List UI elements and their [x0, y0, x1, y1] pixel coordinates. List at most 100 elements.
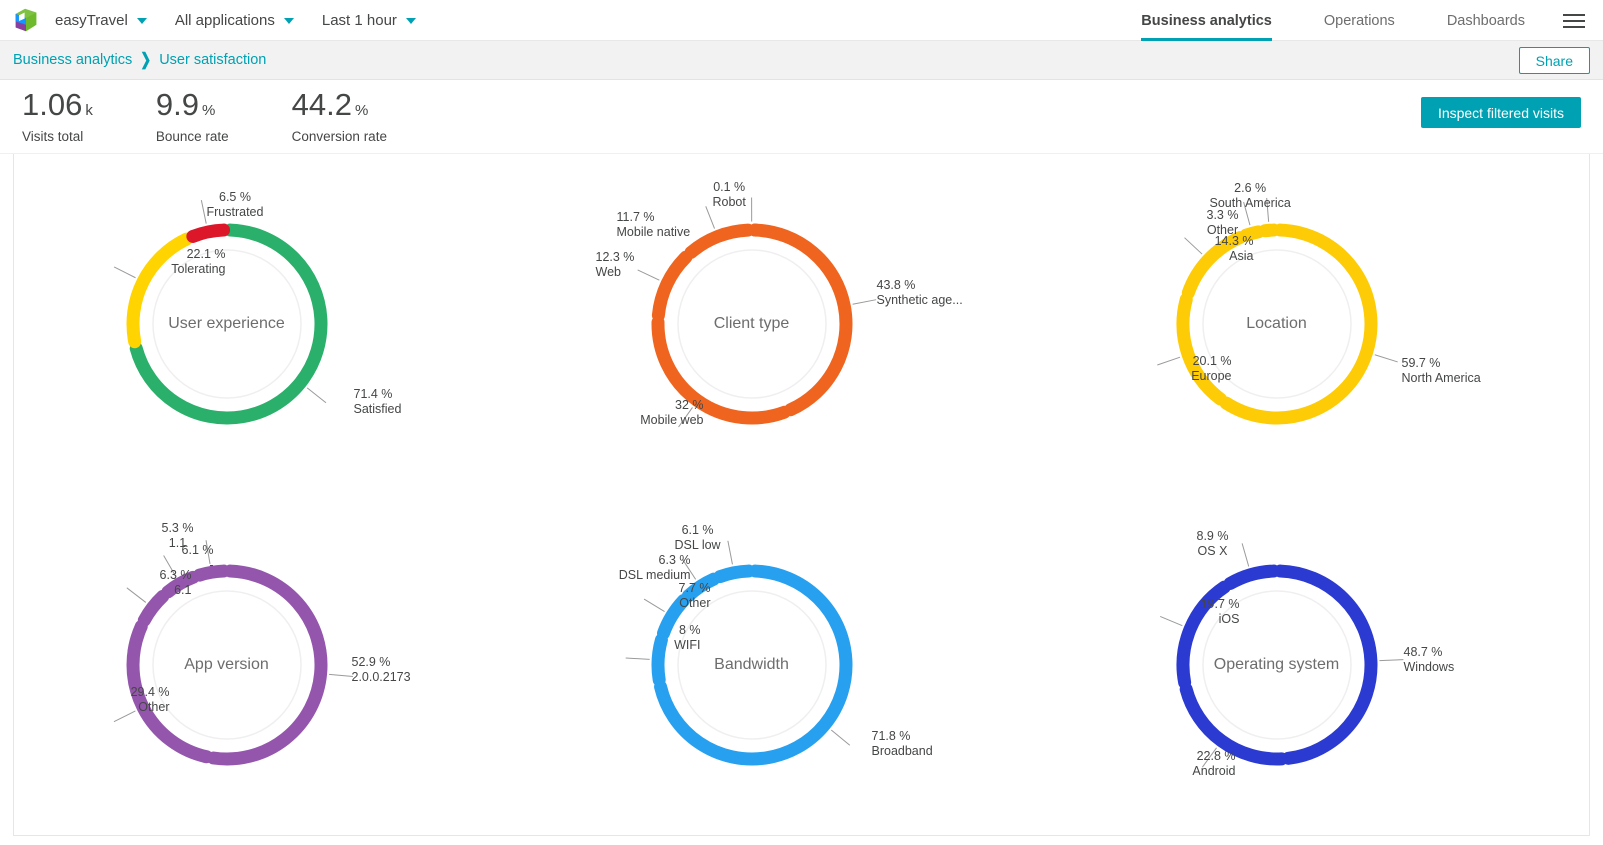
- donut-slice-label: 6.1 % DSL low: [675, 523, 721, 553]
- kpi-bounce-rate: 9.9% Bounce rate: [156, 89, 229, 144]
- donut-slice-name: Mobile native: [616, 225, 691, 239]
- donut-slice-percent: 32 %: [675, 398, 704, 413]
- inspect-filtered-visits-button[interactable]: Inspect filtered visits: [1420, 97, 1581, 128]
- donut-tile-location[interactable]: Location 59.7 % North America 20.1 % Europe 1…: [1064, 154, 1589, 495]
- donut-slice-name: DSL low: [674, 537, 721, 552]
- kpi-number: 44.2: [291, 87, 352, 122]
- donut-leader-line: [830, 729, 850, 746]
- donut-slice-label: 7.7 % Other: [679, 581, 711, 611]
- nav-label: Operations: [1323, 12, 1395, 29]
- donut-chart[interactable]: Operating system 48.7 % Windows 22.8 % Andro…: [1112, 515, 1542, 815]
- donut-tile-app-version[interactable]: App version 52.9 % 2.0.0.2173 29.4 % Other 6.…: [14, 495, 539, 836]
- nav-item-dashboards[interactable]: Dashboards: [1421, 0, 1551, 41]
- donut-slice-label: 48.7 % Windows: [1404, 645, 1455, 675]
- donut-slice-percent: 52.9 %: [351, 654, 391, 669]
- nav-item-operations[interactable]: Operations: [1298, 0, 1421, 41]
- kpi-label: Conversion rate: [291, 129, 387, 144]
- donut-center-title: User experience: [168, 315, 285, 333]
- donut-leader-line: [643, 598, 665, 612]
- donut-slice-label: 52.9 % 2.0.0.2173: [352, 655, 411, 685]
- kpi-label: Bounce rate: [155, 129, 229, 144]
- donut-leader-line: [306, 387, 326, 404]
- donut-slice-percent: 29.4 %: [130, 684, 170, 699]
- application-filter-selector[interactable]: All applications: [175, 12, 308, 29]
- timeframe-selector[interactable]: Last 1 hour: [322, 12, 430, 29]
- donut-slice-name: 2.0.0.2173: [351, 669, 411, 684]
- donut-slice-label: 12.3 % Web: [596, 250, 635, 280]
- kpi-number: 9.9: [155, 87, 199, 122]
- donut-slice-name: Web: [595, 265, 621, 279]
- donut-slice-percent: 8 %: [678, 622, 701, 637]
- donut-slice-name: Robot: [712, 195, 746, 209]
- donut-tile-client-type[interactable]: Client type 43.8 % Synthetic age... 32 % Mob…: [539, 154, 1064, 495]
- chevron-down-icon: [405, 18, 416, 24]
- timeframe-label: Last 1 hour: [321, 11, 397, 29]
- kpi-value: 9.9%: [156, 89, 229, 120]
- donut-slice-percent: 11.7 %: [616, 210, 655, 225]
- donut-center-title: Bandwidth: [714, 655, 789, 673]
- nav-label: Dashboards: [1446, 12, 1525, 29]
- nav-item-business-analytics[interactable]: Business analytics: [1115, 0, 1298, 41]
- donut-chart[interactable]: Location 59.7 % North America 20.1 % Europe 1…: [1112, 174, 1542, 474]
- donut-slice-percent: 71.4 %: [353, 387, 393, 402]
- donut-slice-name: Tolerating: [171, 262, 226, 276]
- donut-slice-label: 0.1 % Robot: [713, 180, 746, 210]
- breadcrumb-item-user-satisfaction[interactable]: User satisfaction: [159, 52, 266, 68]
- dynatrace-cube-logo[interactable]: [11, 5, 41, 35]
- donut-tile-operating-system[interactable]: Operating system 48.7 % Windows 22.8 % Andro…: [1064, 495, 1589, 836]
- breadcrumb-bar: Business analytics ❯ User satisfaction S…: [0, 41, 1603, 80]
- donut-leader-line: [113, 266, 136, 279]
- donut-slice-label: 32 % Mobile web: [640, 398, 703, 428]
- kpi-unit: %: [355, 102, 369, 119]
- donut-slice-percent: 22.8 %: [1196, 748, 1236, 763]
- donut-slice-name: North America: [1401, 371, 1481, 385]
- donut-segment[interactable]: [1223, 564, 1280, 590]
- donut-slice-name: -: [209, 557, 214, 572]
- donut-leader-line: [636, 269, 660, 281]
- kpi-number: 1.06: [22, 87, 83, 122]
- donut-chart[interactable]: Bandwidth 71.8 % Broadband 8 % WIFI 7.7 % Othe…: [587, 515, 1017, 815]
- donut-segment[interactable]: [713, 564, 755, 583]
- donut-slice-label: 19.7 % iOS: [1201, 597, 1240, 627]
- donut-slice-name: Asia: [1229, 249, 1254, 263]
- donut-slice-name: Europe: [1191, 369, 1232, 383]
- donut-segment[interactable]: [137, 589, 169, 627]
- donut-slice-percent: 2.6 %: [1234, 181, 1267, 196]
- donut-slice-label: 22.8 % Android: [1192, 749, 1235, 779]
- donut-slice-name: 1.1: [168, 535, 187, 550]
- donut-slice-label: 2.6 % South America: [1210, 181, 1291, 211]
- charts-content: User experience 71.4 % Satisfied 22.1 % Tole…: [0, 153, 1603, 845]
- breadcrumb-separator-icon: ❯: [140, 49, 152, 70]
- donut-slice-label: 29.4 % Other: [131, 685, 170, 715]
- donut-segment[interactable]: [1258, 223, 1280, 238]
- donut-chart[interactable]: User experience 71.4 % Satisfied 22.1 % Tole…: [62, 174, 492, 474]
- donut-leader-line: [704, 206, 715, 230]
- kpi-value: 44.2%: [292, 89, 387, 120]
- donut-tile-bandwidth[interactable]: Bandwidth 71.8 % Broadband 8 % WIFI 7.7 % Othe…: [539, 495, 1064, 836]
- donut-chart[interactable]: Client type 43.8 % Synthetic age... 32 % Mob…: [587, 174, 1017, 474]
- breadcrumb-item-business-analytics[interactable]: Business analytics: [13, 52, 132, 68]
- donut-slice-name: Satisfied: [353, 402, 402, 416]
- kpi-conversion-rate: 44.2% Conversion rate: [292, 89, 387, 144]
- donut-slice-percent: 7.7 %: [678, 580, 711, 595]
- donut-center-title: Client type: [713, 315, 790, 333]
- donut-slice-label: 3.3 % Other: [1207, 208, 1239, 238]
- kpi-label: Visits total: [22, 129, 84, 144]
- donut-segment[interactable]: [651, 250, 692, 323]
- donut-chart[interactable]: App version 52.9 % 2.0.0.2173 29.4 % Other 6.…: [62, 515, 492, 815]
- donut-segment[interactable]: [684, 223, 754, 260]
- donut-slice-name: Other: [138, 699, 170, 714]
- share-button[interactable]: Share: [1518, 47, 1590, 74]
- nav-label: Business analytics: [1141, 12, 1272, 29]
- hamburger-menu-icon[interactable]: [1551, 0, 1603, 41]
- donut-slice-label: 71.8 % Broadband: [872, 729, 933, 759]
- donut-slice-name: Windows: [1403, 659, 1455, 674]
- donut-leader-line: [328, 673, 353, 677]
- breadcrumb: Business analytics ❯ User satisfaction: [13, 49, 266, 70]
- chevron-down-icon: [136, 18, 147, 24]
- donut-segment[interactable]: [185, 223, 230, 244]
- donut-slice-label: 59.7 % North America: [1402, 356, 1481, 386]
- donut-slice-percent: 59.7 %: [1401, 356, 1441, 371]
- environment-selector[interactable]: easyTravel: [55, 12, 161, 29]
- donut-tile-user-experience[interactable]: User experience 71.4 % Satisfied 22.1 % Tole…: [14, 154, 539, 495]
